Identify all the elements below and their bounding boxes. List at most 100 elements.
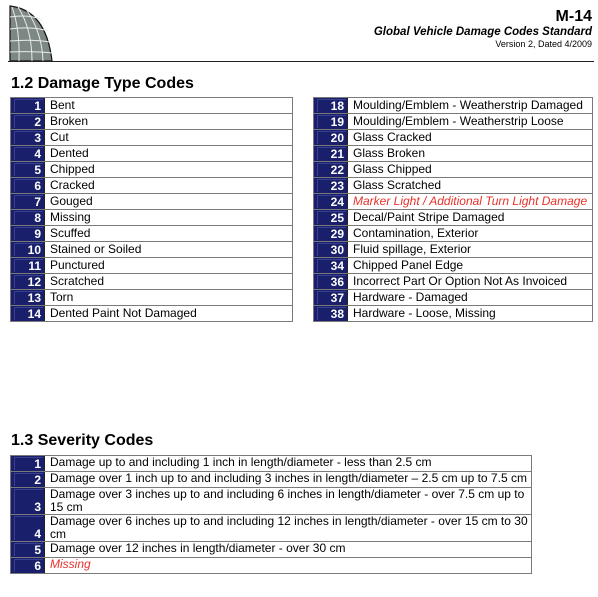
code-number: 25	[313, 209, 348, 226]
code-number: 6	[10, 177, 45, 194]
damage-type-table-right: 18 Moulding/Emblem - Weatherstrip Damaged…	[313, 97, 593, 322]
code-number: 9	[10, 225, 45, 242]
code-row: 1 Bent	[10, 97, 293, 114]
code-description: Glass Scratched	[347, 177, 593, 194]
code-row: 6 Missing	[10, 557, 532, 574]
code-number: 14	[10, 305, 45, 322]
code-row: 25 Decal/Paint Stripe Damaged	[313, 209, 593, 226]
code-number: 5	[10, 541, 45, 558]
code-number: 21	[313, 145, 348, 162]
code-number: 1	[10, 455, 45, 472]
code-number: 38	[313, 305, 348, 322]
code-description: Punctured	[44, 257, 293, 274]
damage-type-table-left: 1 Bent 2 Broken 3 Cut 4 Dented 5 Chipped 6 Cracked 7…	[10, 97, 293, 322]
code-row: 36 Incorrect Part Or Option Not As Invoic…	[313, 273, 593, 290]
code-description: Damage over 6 inches up to and including…	[44, 514, 532, 542]
code-row: 7 Gouged	[10, 193, 293, 210]
code-description: Chipped	[44, 161, 293, 178]
code-row: 4 Dented	[10, 145, 293, 162]
document-code: M-14	[555, 8, 592, 25]
code-description: Scuffed	[44, 225, 293, 242]
code-number: 5	[10, 161, 45, 178]
code-number: 20	[313, 129, 348, 146]
code-number: 7	[10, 193, 45, 210]
code-description: Gouged	[44, 193, 293, 210]
code-number: 3	[10, 129, 45, 146]
code-row: 6 Cracked	[10, 177, 293, 194]
code-row: 37 Hardware - Damaged	[313, 289, 593, 306]
code-number: 3	[10, 487, 45, 515]
code-description: Cut	[44, 129, 293, 146]
code-row: 12 Scratched	[10, 273, 293, 290]
code-number: 4	[10, 145, 45, 162]
code-number: 37	[313, 289, 348, 306]
code-number: 23	[313, 177, 348, 194]
code-description: Incorrect Part Or Option Not As Invoiced	[347, 273, 593, 290]
code-description: Missing	[44, 557, 532, 574]
code-number: 24	[313, 193, 348, 210]
code-description: Glass Chipped	[347, 161, 593, 178]
code-description: Glass Cracked	[347, 129, 593, 146]
severity-table: 1 Damage up to and including 1 inch in le…	[10, 455, 532, 574]
header-rule	[8, 61, 594, 62]
code-description: Contamination, Exterior	[347, 225, 593, 242]
code-row: 14 Dented Paint Not Damaged	[10, 305, 293, 322]
code-row: 18 Moulding/Emblem - Weatherstrip Damaged	[313, 97, 593, 114]
code-row: 9 Scuffed	[10, 225, 293, 242]
code-description: Broken	[44, 113, 293, 130]
code-description: Moulding/Emblem - Weatherstrip Loose	[347, 113, 593, 130]
code-description: Scratched	[44, 273, 293, 290]
code-description: Damage up to and including 1 inch in len…	[44, 455, 532, 472]
code-row: 29 Contamination, Exterior	[313, 225, 593, 242]
code-row: 13 Torn	[10, 289, 293, 306]
code-row: 8 Missing	[10, 209, 293, 226]
code-number: 18	[313, 97, 348, 114]
code-description: Moulding/Emblem - Weatherstrip Damaged	[347, 97, 593, 114]
code-row: 34 Chipped Panel Edge	[313, 257, 593, 274]
code-description: Decal/Paint Stripe Damaged	[347, 209, 593, 226]
code-description: Stained or Soiled	[44, 241, 293, 258]
code-description: Bent	[44, 97, 293, 114]
code-row: 20 Glass Cracked	[313, 129, 593, 146]
code-number: 1	[10, 97, 45, 114]
code-description: Hardware - Damaged	[347, 289, 593, 306]
code-row: 30 Fluid spillage, Exterior	[313, 241, 593, 258]
code-number: 6	[10, 557, 45, 574]
code-number: 8	[10, 209, 45, 226]
code-row: 21 Glass Broken	[313, 145, 593, 162]
code-number: 11	[10, 257, 45, 274]
code-row: 3 Cut	[10, 129, 293, 146]
code-number: 12	[10, 273, 45, 290]
code-row: 19 Moulding/Emblem - Weatherstrip Loose	[313, 113, 593, 130]
code-number: 30	[313, 241, 348, 258]
code-row: 3 Damage over 3 inches up to and includin…	[10, 487, 532, 515]
code-number: 4	[10, 514, 45, 542]
code-description: Glass Broken	[347, 145, 593, 162]
code-description: Fluid spillage, Exterior	[347, 241, 593, 258]
code-row: 2 Broken	[10, 113, 293, 130]
code-description: Dented	[44, 145, 293, 162]
code-row: 5 Chipped	[10, 161, 293, 178]
code-row: 11 Punctured	[10, 257, 293, 274]
code-row: 5 Damage over 12 inches in length/diamete…	[10, 541, 532, 558]
code-number: 19	[313, 113, 348, 130]
code-description: Damage over 1 inch up to and including 3…	[44, 471, 532, 488]
code-number: 29	[313, 225, 348, 242]
code-row: 1 Damage up to and including 1 inch in le…	[10, 455, 532, 472]
code-description: Torn	[44, 289, 293, 306]
severity-heading: 1.3 Severity Codes	[11, 432, 154, 449]
code-row: 23 Glass Scratched	[313, 177, 593, 194]
code-number: 2	[10, 471, 45, 488]
code-number: 10	[10, 241, 45, 258]
code-row: 24 Marker Light / Additional Turn Light D…	[313, 193, 593, 210]
code-description: Missing	[44, 209, 293, 226]
code-row: 4 Damage over 6 inches up to and includin…	[10, 514, 532, 542]
code-description: Damage over 3 inches up to and including…	[44, 487, 532, 515]
code-row: 38 Hardware - Loose, Missing	[313, 305, 593, 322]
code-description: Hardware - Loose, Missing	[347, 305, 593, 322]
document-version: Version 2, Dated 4/2009	[495, 39, 592, 49]
document-header: M-14 Global Vehicle Damage Codes Standar…	[374, 8, 592, 50]
code-description: Dented Paint Not Damaged	[44, 305, 293, 322]
damage-type-heading: 1.2 Damage Type Codes	[11, 75, 194, 92]
code-number: 34	[313, 257, 348, 274]
